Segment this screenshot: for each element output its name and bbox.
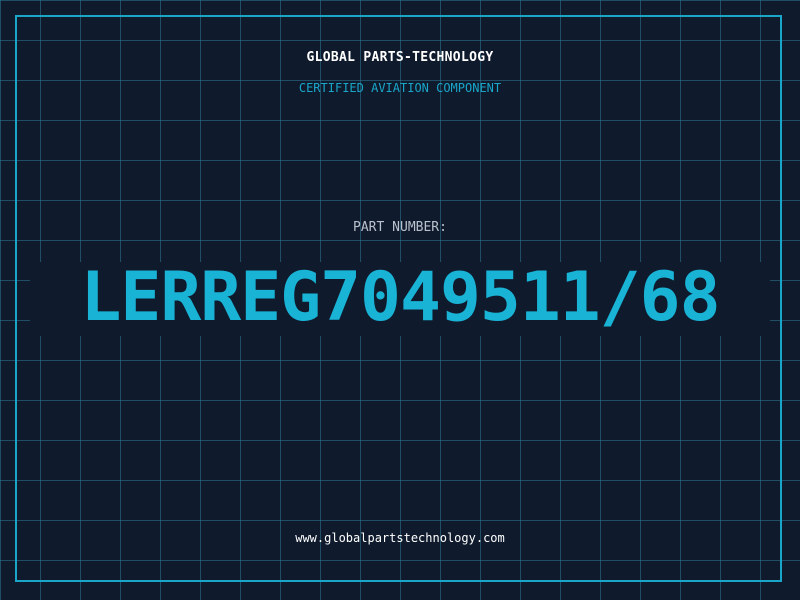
part-number-value: LERREG7049511/68 xyxy=(80,258,720,337)
certification-subtitle: CERTIFIED AVIATION COMPONENT xyxy=(298,81,502,95)
part-number-label: PART NUMBER: xyxy=(353,220,447,235)
website-url: www.globalpartstechnology.com xyxy=(295,531,505,545)
company-name: GLOBAL PARTS-TECHNOLOGY xyxy=(306,50,494,65)
